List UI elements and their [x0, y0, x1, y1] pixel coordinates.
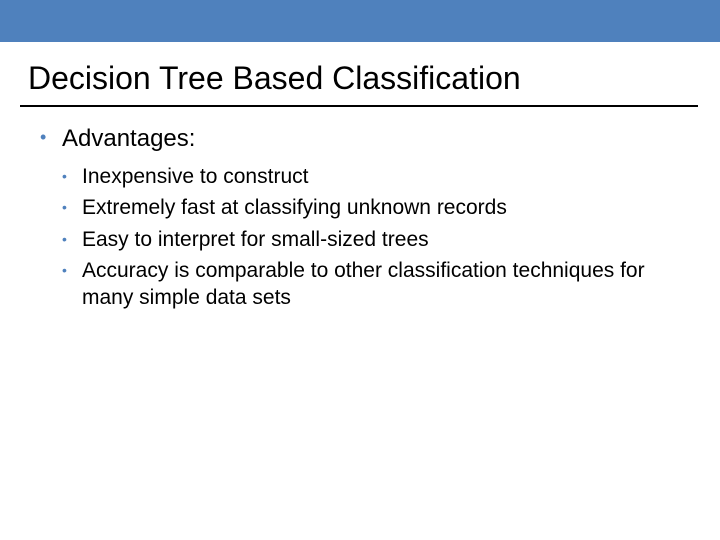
- level2-item: Inexpensive to construct: [62, 163, 680, 190]
- accent-band: [0, 0, 720, 42]
- level1-item: Advantages: Inexpensive to construct Ext…: [40, 125, 680, 311]
- slide: Decision Tree Based Classification Advan…: [0, 0, 720, 540]
- level2-item: Accuracy is comparable to other classifi…: [62, 257, 680, 312]
- level2-list: Inexpensive to construct Extremely fast …: [62, 163, 680, 311]
- slide-body: Advantages: Inexpensive to construct Ext…: [0, 107, 720, 311]
- level2-item: Easy to interpret for small-sized trees: [62, 226, 680, 253]
- level1-list: Advantages: Inexpensive to construct Ext…: [40, 125, 680, 311]
- level1-label: Advantages:: [62, 125, 195, 152]
- slide-title: Decision Tree Based Classification: [0, 42, 720, 105]
- level2-item: Extremely fast at classifying unknown re…: [62, 194, 680, 221]
